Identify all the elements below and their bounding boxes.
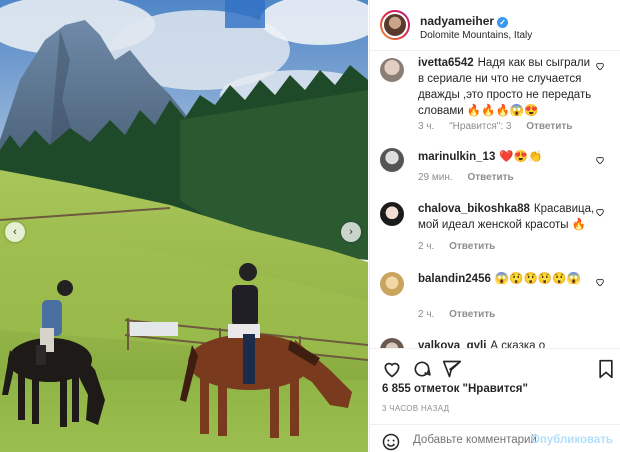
comment-text: А сказка о — [490, 340, 546, 348]
add-comment-input[interactable] — [413, 434, 538, 446]
chevron-right-icon: › — [349, 226, 353, 238]
comment-text-block: valkova_gyli А сказка о — [418, 338, 594, 348]
commenter-avatar[interactable] — [380, 272, 404, 296]
comment-time[interactable]: 3 ч. — [418, 121, 434, 132]
commenter-username[interactable]: ivetta6542 — [418, 57, 474, 69]
comment-text-block: ivetta6542 Надя как вы сыграли в сериале … — [418, 55, 594, 119]
commenter-username[interactable]: chalova_bikoshka88 — [418, 203, 530, 215]
commenter-avatar[interactable] — [380, 58, 404, 82]
comment-time[interactable]: 2 ч. — [418, 309, 434, 320]
heart-icon[interactable] — [595, 155, 605, 165]
bookmark-icon[interactable] — [596, 359, 616, 379]
heart-icon[interactable] — [595, 61, 605, 71]
commenter-avatar[interactable] — [380, 338, 404, 348]
reply-button[interactable]: Ответить — [449, 309, 495, 320]
comment-time[interactable]: 2 ч. — [418, 241, 434, 252]
heart-icon[interactable] — [595, 277, 605, 287]
commenter-username[interactable]: valkova_gyli — [418, 340, 486, 348]
comment-text-block: balandin2456 😱😲😲😲😲😱 — [418, 271, 594, 287]
verified-badge-icon: ✓ — [497, 17, 509, 28]
add-comment-bar: Опубликовать — [370, 424, 620, 452]
publish-button[interactable]: Опубликовать — [531, 434, 613, 446]
comment-time[interactable]: 29 мин. — [418, 172, 453, 183]
comment-meta: 2 ч. Ответить — [418, 241, 507, 252]
comment-likes-count[interactable]: "Нравится": 3 — [449, 121, 511, 132]
commenter-avatar[interactable] — [380, 148, 404, 172]
commenter-username[interactable]: marinulkin_13 — [418, 151, 495, 163]
comments-list[interactable]: ivetta6542 Надя как вы сыграли в сериале … — [370, 52, 620, 348]
post-side-panel: nadyameiher ✓ Dolomite Mountains, Italy i… — [369, 0, 620, 452]
next-photo-button[interactable]: › — [341, 222, 361, 242]
commenter-username[interactable]: balandin2456 — [418, 273, 491, 285]
emoji-icon[interactable] — [382, 433, 400, 451]
comment-text-block: chalova_bikoshka88 Красавица, мой идеал ж… — [418, 201, 594, 233]
comment-meta: 3 ч. "Нравится": 3 Ответить — [418, 121, 584, 132]
chevron-left-icon: ‹ — [13, 226, 17, 238]
comment-text-block: marinulkin_13 ❤️😍👏 — [418, 149, 594, 165]
author-username[interactable]: nadyameiher ✓ — [420, 14, 509, 28]
reply-button[interactable]: Ответить — [449, 241, 495, 252]
author-avatar[interactable] — [380, 10, 410, 40]
dolomites-horse-photo — [0, 0, 368, 452]
comment-text: ❤️😍👏 — [499, 151, 543, 163]
post-header: nadyameiher ✓ Dolomite Mountains, Italy — [370, 0, 620, 51]
previous-photo-button[interactable]: ‹ — [5, 222, 25, 242]
comment-meta: 29 мин. Ответить — [418, 172, 526, 183]
share-icon[interactable] — [442, 359, 462, 379]
post-location[interactable]: Dolomite Mountains, Italy — [420, 30, 532, 41]
comment-icon[interactable] — [412, 359, 432, 379]
heart-icon[interactable] — [382, 359, 402, 379]
comment-text: 😱😲😲😲😲😱 — [494, 273, 581, 285]
reply-button[interactable]: Ответить — [467, 172, 513, 183]
commenter-avatar[interactable] — [380, 202, 404, 226]
post-time[interactable]: 3 ЧАСОВ НАЗАД — [382, 404, 449, 413]
heart-icon[interactable] — [595, 207, 605, 217]
comment-meta: 2 ч. Ответить — [418, 309, 507, 320]
reply-button[interactable]: Ответить — [526, 121, 572, 132]
post-photo[interactable]: ‹ › — [0, 0, 368, 452]
likes-count[interactable]: 6 855 отметок "Нравится" — [382, 383, 528, 395]
